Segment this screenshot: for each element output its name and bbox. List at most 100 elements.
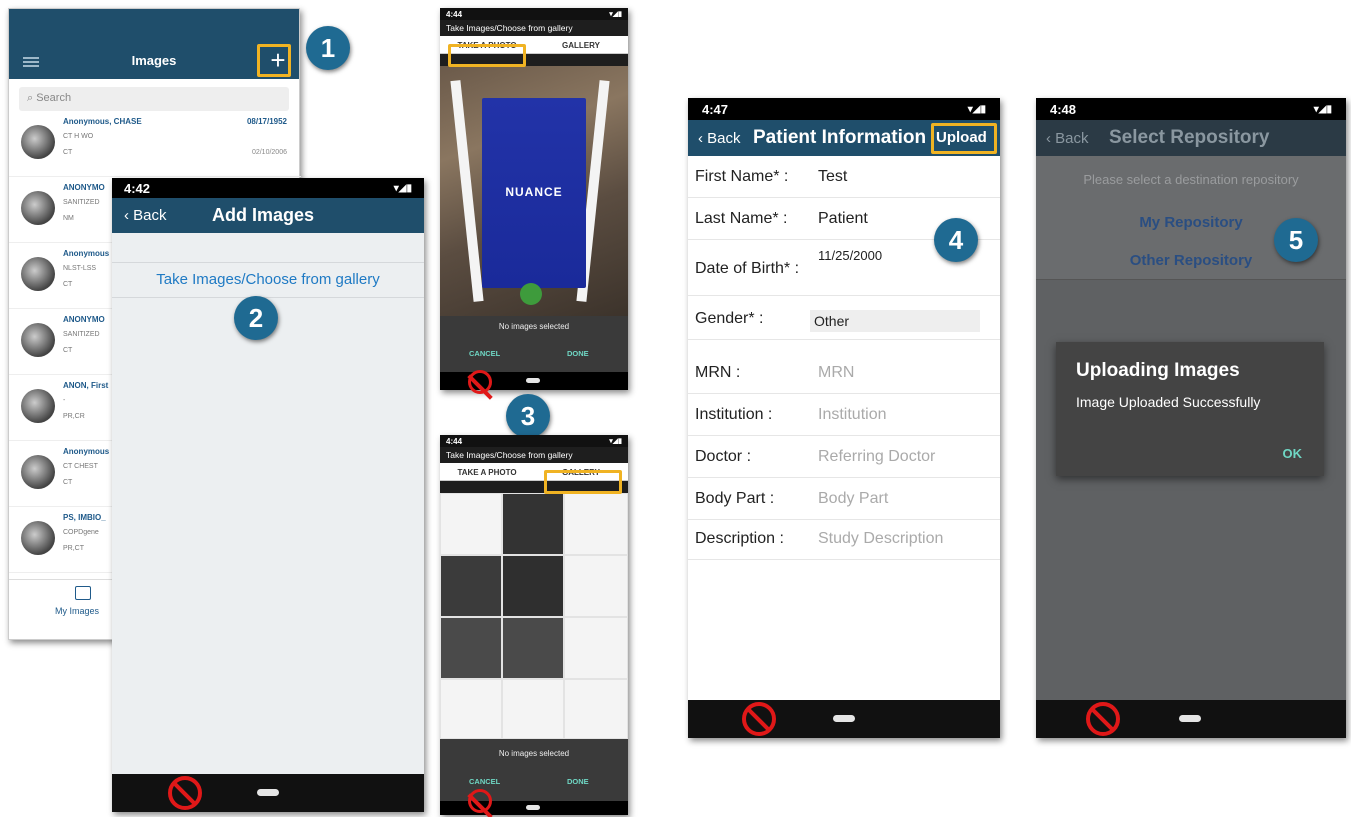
- field-label: First Name* :: [695, 168, 789, 185]
- done-button[interactable]: DONE: [567, 349, 589, 358]
- patient-thumbnail: [21, 521, 55, 555]
- android-nav-bar: [688, 700, 1000, 738]
- page-title: Add Images: [212, 205, 315, 225]
- gallery-thumbnail[interactable]: [440, 493, 502, 555]
- app-header: ‹ Back Add Images: [112, 198, 424, 233]
- images-tab-icon[interactable]: [75, 586, 91, 600]
- tab-my-images[interactable]: My Images: [55, 606, 99, 616]
- patient-thumbnail: [21, 455, 55, 489]
- cancel-button[interactable]: CANCEL: [469, 349, 500, 358]
- field-input[interactable]: Institution: [818, 406, 886, 424]
- status-time: 4:42: [124, 180, 151, 196]
- gallery-thumbnail[interactable]: [502, 555, 564, 617]
- patient-thumbnail: [21, 191, 55, 225]
- dialog-message: Image Uploaded Successfully: [1076, 394, 1261, 410]
- step3b-highlight: [544, 470, 622, 494]
- no-entry-icon: [468, 789, 492, 813]
- field-input[interactable]: Body Part: [818, 490, 888, 508]
- study-description: SANITIZED: [63, 331, 100, 338]
- field-input[interactable]: 11/25/2000: [818, 248, 882, 263]
- dialog-ok-button[interactable]: OK: [1283, 446, 1303, 461]
- field-label: Last Name* :: [695, 210, 788, 227]
- no-entry-icon: [468, 370, 492, 394]
- patient-name: ANON, First: [63, 381, 109, 390]
- signal-battery-icon: ▾◢▮: [967, 103, 986, 115]
- form-row: Doctor : Referring Doctor: [688, 436, 1000, 478]
- gallery-thumbnail[interactable]: [502, 679, 564, 739]
- status-bar: 4:48 ▾◢▮: [1036, 98, 1346, 120]
- patient-name: Anonymous, CHASE: [63, 117, 142, 126]
- back-button[interactable]: ‹ Back: [698, 130, 741, 147]
- gallery-thumbnail[interactable]: [564, 617, 628, 679]
- form-row: Description : Study Description: [688, 518, 1000, 560]
- modality: CT: [63, 149, 73, 156]
- step-badge-3: 3: [506, 394, 550, 438]
- upload-dialog: Uploading Images Image Uploaded Successf…: [1056, 342, 1324, 476]
- gallery-thumbnail[interactable]: [564, 555, 628, 617]
- field-label: Description :: [695, 530, 784, 547]
- patient-name: ANONYMO: [63, 315, 105, 324]
- gallery-thumbnail[interactable]: [440, 555, 502, 617]
- android-nav-bar: [112, 774, 424, 812]
- tab-take-photo[interactable]: TAKE A PHOTO: [440, 463, 534, 480]
- patient-thumbnail: [21, 257, 55, 291]
- gallery-thumbnail[interactable]: [502, 617, 564, 679]
- home-pill-icon[interactable]: [526, 378, 540, 383]
- step-badge-4: 4: [934, 218, 978, 262]
- page-title: Select Repository: [1109, 127, 1270, 148]
- camera-shutter-icon[interactable]: [520, 283, 542, 305]
- modality: NM: [63, 215, 74, 222]
- form-row: Body Part : Body Part: [688, 478, 1000, 520]
- patient-information-screen: 4:47 ▾◢▮ ‹ Back Patient Information Uplo…: [688, 98, 1000, 738]
- search-placeholder: Search: [36, 92, 72, 104]
- field-input[interactable]: Test: [818, 168, 847, 186]
- patient-list-item[interactable]: Anonymous, CHASE CT H WO CT 08/17/1952 02/10…: [9, 111, 301, 177]
- field-label: MRN :: [695, 364, 741, 381]
- gallery-thumbnail[interactable]: [502, 493, 564, 555]
- modality: CT: [63, 281, 73, 288]
- android-nav-bar: [1036, 700, 1346, 738]
- field-input[interactable]: Patient: [818, 210, 868, 228]
- study-date: 02/10/2006: [251, 149, 287, 156]
- home-pill-icon[interactable]: [257, 789, 279, 796]
- gallery-thumbnail[interactable]: [440, 617, 502, 679]
- nuance-logo: NUANCE: [505, 185, 563, 199]
- status-time: 4:47: [702, 101, 729, 117]
- gallery-thumbnail[interactable]: [440, 679, 502, 739]
- search-input[interactable]: ⌕ Search: [19, 87, 289, 111]
- form-row: Gender* : Other: [688, 298, 1000, 340]
- study-description: CT CHEST: [63, 463, 98, 470]
- take-images-link[interactable]: Take Images/Choose from gallery: [112, 262, 424, 298]
- gallery-thumbnail[interactable]: [564, 679, 628, 739]
- modality: CT: [63, 479, 73, 486]
- tab-gallery[interactable]: GALLERY: [534, 36, 628, 53]
- back-button[interactable]: ‹ Back: [1046, 130, 1089, 147]
- add-images-screen: 4:42 ▾◢▮ ‹ Back Add Images Take Images/C…: [112, 178, 424, 812]
- study-description: NLST-LSS: [63, 265, 97, 272]
- status-time: 4:44: [446, 436, 463, 446]
- done-button[interactable]: DONE: [567, 777, 589, 786]
- step3a-highlight: [448, 44, 526, 67]
- field-input[interactable]: Study Description: [818, 530, 943, 548]
- cancel-button[interactable]: CANCEL: [469, 777, 500, 786]
- gender-select[interactable]: Other: [810, 310, 980, 332]
- home-pill-icon[interactable]: [833, 715, 855, 722]
- field-input[interactable]: MRN: [818, 364, 854, 382]
- step-badge-1: 1: [306, 26, 350, 70]
- step4-highlight: [931, 123, 997, 154]
- dialog-title: Uploading Images: [1076, 360, 1240, 381]
- field-label: Date of Birth* :: [695, 260, 800, 277]
- gallery-grid: [440, 493, 628, 739]
- signal-battery-icon: ▾◢▮: [393, 182, 412, 194]
- home-pill-icon[interactable]: [1179, 715, 1201, 722]
- back-button[interactable]: ‹ Back: [124, 207, 167, 224]
- gallery-thumbnail[interactable]: [564, 493, 628, 555]
- modality: PR,CT: [63, 545, 84, 552]
- patient-name: PS, IMBIO_: [63, 513, 106, 522]
- home-pill-icon[interactable]: [526, 805, 540, 810]
- status-time: 4:48: [1050, 101, 1077, 117]
- page-title: Patient Information: [753, 127, 927, 148]
- study-description: -: [63, 397, 66, 404]
- field-input[interactable]: Referring Doctor: [818, 448, 935, 466]
- android-nav-bar: [440, 370, 628, 394]
